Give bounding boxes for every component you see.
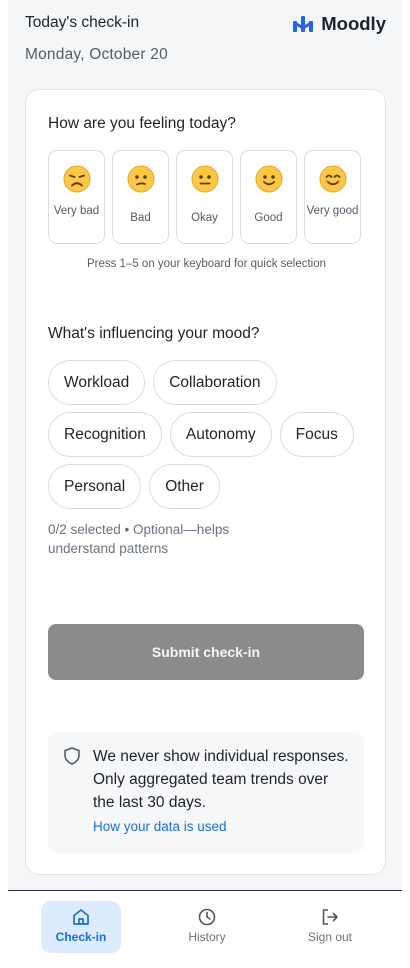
header: Today's check-in Monday, October 20 Mood…: [8, 0, 402, 80]
very-bad-emoji-icon: [63, 165, 90, 193]
bottom-nav: Check-in History Sign out: [8, 890, 402, 968]
nav-label: Sign out: [307, 930, 353, 944]
chip-recognition[interactable]: Recognition: [48, 412, 162, 457]
submit-check-in-button[interactable]: Submit check-in: [48, 624, 364, 680]
page-title: Today's check-in: [25, 14, 140, 31]
mood-label: Bad: [130, 212, 151, 224]
mood-label: Good: [254, 212, 283, 224]
chip-autonomy[interactable]: Autonomy: [169, 412, 272, 457]
selection-count-note: 0/2 selected • Optional—helps understand…: [48, 522, 230, 556]
brand-name: Moodly: [321, 13, 386, 34]
bad-emoji-icon: [127, 165, 154, 193]
mood-option-very-good[interactable]: Very good: [304, 150, 361, 244]
sign-out-icon: [322, 909, 338, 925]
nav-label: History: [188, 930, 226, 944]
home-icon: [73, 909, 89, 925]
clock-icon: [198, 908, 216, 926]
data-usage-link[interactable]: How your data is used: [93, 819, 227, 834]
mood-label: Very bad: [53, 205, 100, 217]
privacy-text: We never show individual responses. Only…: [93, 748, 349, 811]
very-good-emoji-icon: [319, 165, 346, 193]
nav-label: Check-in: [55, 930, 107, 944]
chip-focus[interactable]: Focus: [279, 412, 354, 457]
okay-emoji-icon: [191, 165, 218, 193]
app-screen: Today's check-in Monday, October 20 Mood…: [8, 0, 402, 968]
keyboard-hint: Press 1–5 on your keyboard for quick sel…: [86, 258, 327, 270]
chip-workload[interactable]: Workload: [48, 360, 146, 405]
nav-check-in[interactable]: Check-in: [41, 901, 121, 953]
mood-option-good[interactable]: Good: [240, 150, 297, 244]
mood-question: How are you feeling today?: [48, 115, 236, 132]
brand: Moodly: [293, 13, 386, 35]
nav-sign-out[interactable]: Sign out: [290, 901, 370, 953]
influence-chips: Workload Collaboration Recognition Auton…: [48, 360, 368, 516]
mood-label: Okay: [191, 212, 218, 224]
influence-question: What's influencing your mood?: [48, 325, 260, 342]
privacy-notice: We never show individual responses. Only…: [48, 732, 364, 853]
page-date: Monday, October 20: [25, 46, 168, 63]
chip-personal[interactable]: Personal: [48, 464, 142, 509]
moodly-logo-icon: [293, 16, 314, 32]
mood-label: Very good: [306, 205, 359, 217]
nav-history[interactable]: History: [167, 901, 247, 953]
check-in-card: How are you feeling today? Very bad Bad: [25, 89, 386, 875]
mood-option-okay[interactable]: Okay: [176, 150, 233, 244]
good-emoji-icon: [255, 165, 282, 193]
mood-option-bad[interactable]: Bad: [112, 150, 169, 244]
mood-option-very-bad[interactable]: Very bad: [48, 150, 105, 244]
shield-icon: [64, 747, 80, 765]
chip-collaboration[interactable]: Collaboration: [153, 360, 277, 405]
chip-other[interactable]: Other: [149, 464, 220, 509]
mood-options: Very bad Bad Okay Good Very good: [48, 150, 361, 244]
